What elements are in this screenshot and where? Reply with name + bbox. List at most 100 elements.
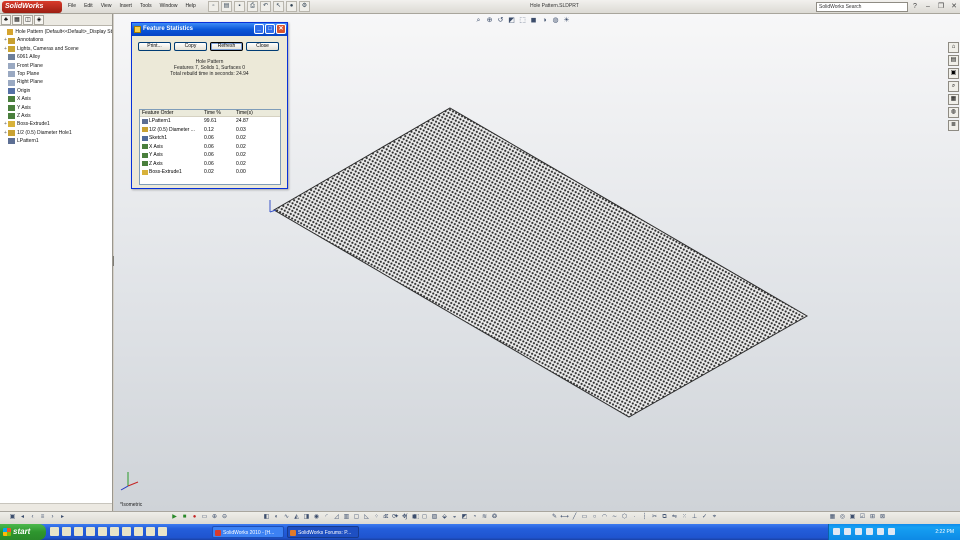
sketch-icon[interactable]: ✎	[550, 513, 559, 522]
new-document-icon[interactable]: ▫	[208, 1, 219, 12]
network-icon[interactable]	[833, 528, 840, 535]
mirror-entities-icon[interactable]: ⇋	[670, 513, 679, 522]
rebuild-icon[interactable]: ●	[286, 1, 297, 12]
extrude-cut-icon[interactable]: ◨	[302, 513, 311, 522]
volume-icon[interactable]	[844, 528, 851, 535]
configuration-manager-tab[interactable]: ◫	[23, 15, 33, 25]
help-icon[interactable]: ?	[910, 2, 920, 12]
addins-icon[interactable]: ⊠	[878, 513, 887, 522]
smart-dimension-icon[interactable]: ⟷	[560, 513, 569, 522]
hole-pattern-plate[interactable]	[273, 107, 809, 418]
hidden-lines-icon[interactable]: ▨	[430, 513, 439, 522]
column-header-time-pct[interactable]: Time %	[202, 110, 234, 116]
copy-button[interactable]: Copy	[174, 42, 207, 51]
bluetooth-icon[interactable]	[877, 528, 884, 535]
fillet-icon[interactable]: ◜	[322, 513, 331, 522]
tree-item[interactable]: Y Axis	[0, 104, 112, 112]
revolve-icon[interactable]: ◐	[272, 513, 281, 522]
centerline-icon[interactable]: ┆	[640, 513, 649, 522]
arc-icon[interactable]: ◠	[600, 513, 609, 522]
spline-icon[interactable]: ∼	[610, 513, 619, 522]
point-icon[interactable]: ·	[630, 513, 639, 522]
security-icon[interactable]	[855, 528, 862, 535]
close-icon[interactable]: ✕	[949, 2, 959, 12]
tree-item[interactable]: 6061 Alloy	[0, 53, 112, 61]
timeline-icon[interactable]: ▭	[200, 513, 209, 522]
extrude-boss-icon[interactable]: ◧	[262, 513, 271, 522]
scroll-last-icon[interactable]: ▸	[58, 513, 67, 522]
pan-icon[interactable]: ✥	[400, 513, 409, 522]
tree-item[interactable]: Z Axis	[0, 112, 112, 120]
menu-tools[interactable]: Tools	[136, 2, 156, 10]
tree-item[interactable]: Origin	[0, 87, 112, 95]
close-button[interactable]: Close	[246, 42, 279, 51]
table-row[interactable]: Boss-Extrude1 0.02 0.00	[140, 168, 280, 177]
tree-item[interactable]: + Boss-Extrude1	[0, 120, 112, 128]
undo-icon[interactable]: ↶	[260, 1, 271, 12]
draft-icon[interactable]: ◺	[362, 513, 371, 522]
dialog-maximize-icon[interactable]: □	[265, 24, 275, 34]
zoom-to-fit-icon[interactable]: ⌕	[380, 513, 389, 522]
shadows-icon[interactable]: ◒	[450, 513, 459, 522]
record-icon[interactable]: ●	[190, 513, 199, 522]
tree-item[interactable]: + Lights, Cameras and Scene	[0, 45, 112, 53]
start-button[interactable]: start	[0, 524, 46, 540]
column-header-feature-order[interactable]: Feature Order	[140, 110, 202, 116]
property-manager-tab[interactable]: ▦	[12, 15, 22, 25]
scroll-prev-icon[interactable]: ‹	[28, 513, 37, 522]
sweep-icon[interactable]: ∿	[282, 513, 291, 522]
table-row[interactable]: 1/2 (0.5) Diameter ... 0.12 0.03	[140, 126, 280, 135]
acrobat-icon[interactable]	[134, 527, 143, 536]
excel-icon[interactable]	[110, 527, 119, 536]
scroll-first-icon[interactable]: ◂	[18, 513, 27, 522]
minimize-icon[interactable]: –	[923, 2, 933, 12]
zoom-icon[interactable]: ⊕	[210, 513, 219, 522]
media-icon[interactable]	[74, 527, 83, 536]
camera-icon[interactable]: ▣	[8, 513, 17, 522]
print-icon[interactable]: ⎙	[247, 1, 258, 12]
statistics-toolbar-icon[interactable]: ▣	[848, 513, 857, 522]
tree-item[interactable]: Hole Pattern (Default<<Default>_Display …	[0, 28, 112, 36]
taskbar-button-solidworks[interactable]: SolidWorks 2010 - [H...	[212, 526, 284, 538]
sketch-pattern-icon[interactable]: ⁙	[680, 513, 689, 522]
toolbox-icon[interactable]: ⊞	[868, 513, 877, 522]
mass-properties-icon[interactable]: ◎	[838, 513, 847, 522]
tree-item[interactable]: +1/2 (0.5) Diameter Hole1	[0, 129, 112, 137]
check-icon[interactable]: ☑	[858, 513, 867, 522]
rectangle-icon[interactable]: ▭	[580, 513, 589, 522]
open-document-icon[interactable]: ▤	[221, 1, 232, 12]
powerpoint-icon[interactable]	[122, 527, 131, 536]
explorer-icon[interactable]	[62, 527, 71, 536]
hole-wizard-icon[interactable]: ◉	[312, 513, 321, 522]
update-icon[interactable]	[866, 528, 873, 535]
stop-icon[interactable]: ■	[180, 513, 189, 522]
table-row[interactable]: Z Axis 0.06 0.02	[140, 160, 280, 169]
chamfer-icon[interactable]: ◿	[332, 513, 341, 522]
shell-icon[interactable]: ▢	[352, 513, 361, 522]
outlook-icon[interactable]	[86, 527, 95, 536]
section-icon[interactable]: ◩	[460, 513, 469, 522]
dialog-minimize-icon[interactable]: _	[254, 24, 264, 34]
shaded-icon[interactable]: ◼	[410, 513, 419, 522]
feature-manager-tab[interactable]: ♣	[1, 15, 11, 25]
restore-icon[interactable]: ❐	[936, 2, 946, 12]
dimxpert-tab[interactable]: ◈	[34, 15, 44, 25]
polygon-icon[interactable]: ⬡	[620, 513, 629, 522]
scroll-next-icon[interactable]: ›	[48, 513, 57, 522]
offset-icon[interactable]: ⧉	[660, 513, 669, 522]
calc-icon[interactable]	[146, 527, 155, 536]
menu-insert[interactable]: Insert	[115, 2, 136, 10]
antivirus-icon[interactable]	[888, 528, 895, 535]
menu-help[interactable]: Help	[181, 2, 199, 10]
line-icon[interactable]: ╱	[570, 513, 579, 522]
repair-icon[interactable]: ✓	[700, 513, 709, 522]
quick-snaps-icon[interactable]: ⌖	[710, 513, 719, 522]
wireframe-icon[interactable]: ◻	[420, 513, 429, 522]
table-row[interactable]: LPattern1 99.61 24.87	[140, 117, 280, 126]
table-row[interactable]: Sketch1 0.06 0.02	[140, 134, 280, 143]
print-button[interactable]: Print...	[138, 42, 171, 51]
tree-item[interactable]: Front Plane	[0, 62, 112, 70]
zoom-out-icon[interactable]: ⊖	[220, 513, 229, 522]
options-icon[interactable]: ⚙	[299, 1, 310, 12]
menu-edit[interactable]: Edit	[80, 2, 97, 10]
